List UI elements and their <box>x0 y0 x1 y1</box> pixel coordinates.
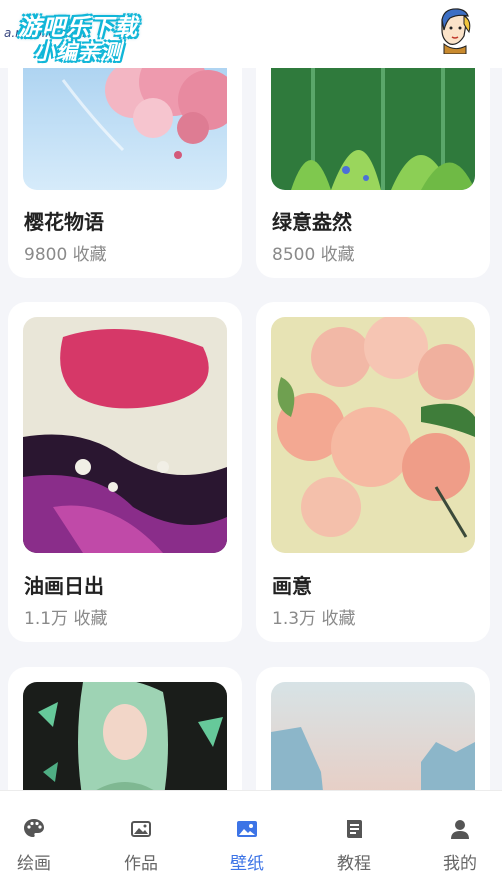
favorites-count: 1.3万 收藏 <box>272 609 356 629</box>
palette-icon <box>24 819 44 837</box>
wallpaper-grid: 樱花物语 9800 收藏 绿意盎然 8500 收藏 油画日出 1.1万 收藏 画… <box>0 0 502 790</box>
favorites-count: 9800 收藏 <box>24 245 107 265</box>
card-title: 绿意盎然 <box>272 210 352 234</box>
wallpaper-card[interactable] <box>8 667 242 790</box>
card-title: 油画日出 <box>24 574 104 598</box>
favorites-count: 1.1万 收藏 <box>24 609 108 629</box>
wallpaper-card[interactable]: 画意 1.3万 收藏 <box>256 302 490 642</box>
wallpaper-thumbnail[interactable] <box>23 682 227 790</box>
tab-label: 作品 <box>124 854 158 874</box>
gallery-icon <box>131 821 151 837</box>
tab-painting[interactable]: 绘画 <box>0 791 84 876</box>
tab-label: 绘画 <box>17 854 51 874</box>
wallpaper-thumbnail[interactable] <box>23 317 227 553</box>
favorites-count: 8500 收藏 <box>272 245 355 265</box>
image-icon <box>237 821 257 837</box>
user-icon <box>451 820 469 839</box>
wallpaper-thumbnail[interactable] <box>271 317 475 553</box>
watermark-logo: a.mobile.com 游吧乐下载 小编亲测 <box>4 6 152 64</box>
wallpaper-thumbnail[interactable] <box>271 682 475 790</box>
card-title: 画意 <box>272 574 312 598</box>
watermark-subtitle: 小编亲测 <box>34 40 122 64</box>
tab-tutorial[interactable]: 教程 <box>304 791 404 876</box>
tab-label: 教程 <box>337 854 371 874</box>
bottom-tab-bar: 绘画 作品 壁纸 教程 我的 <box>0 790 502 876</box>
wallpaper-card[interactable] <box>256 667 490 790</box>
tab-label: 壁纸 <box>230 854 264 874</box>
tab-works[interactable]: 作品 <box>91 791 191 876</box>
tab-label: 我的 <box>443 854 477 874</box>
card-title: 樱花物语 <box>24 210 104 234</box>
book-icon <box>347 820 362 838</box>
tab-mine[interactable]: 我的 <box>410 791 502 876</box>
avatar[interactable] <box>436 6 472 55</box>
tab-wallpaper[interactable]: 壁纸 <box>197 791 297 876</box>
wallpaper-card[interactable]: 油画日出 1.1万 收藏 <box>8 302 242 642</box>
